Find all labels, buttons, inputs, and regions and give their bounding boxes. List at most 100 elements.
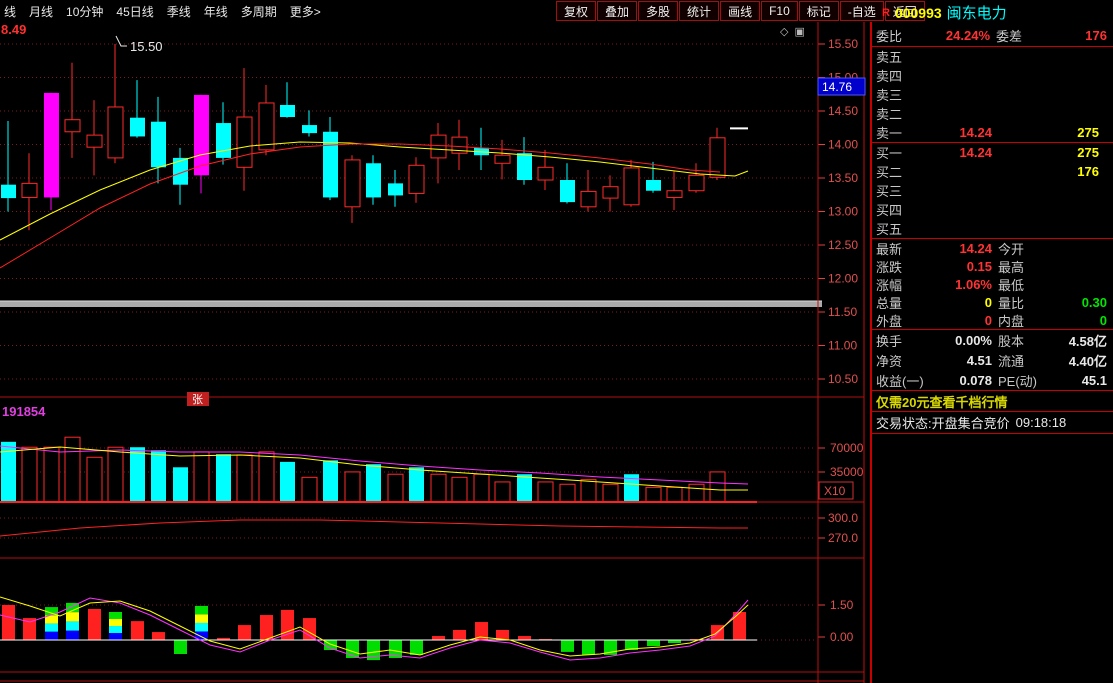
candle-up (65, 120, 80, 132)
toolbar-button-0[interactable]: 复权 (556, 1, 596, 21)
diamond-icon[interactable]: ◇ (780, 25, 788, 38)
price-axis-label: 10.50 (828, 372, 858, 386)
chart-corner-icons: ◇ ▣ (780, 25, 805, 38)
toolbar-button-4[interactable]: 画线 (720, 1, 760, 21)
fund-value: 45.1 (1050, 373, 1107, 388)
volume-bar (323, 460, 338, 502)
ask-row-1: 卖四 (872, 66, 1113, 85)
menu-item-4[interactable]: 季线 (167, 3, 191, 20)
volume-bar (710, 472, 725, 502)
bid-row-3-label: 买四 (876, 200, 918, 219)
bid-row-1: 买二176 (872, 162, 1113, 181)
volume-multiplier: X10 (824, 484, 846, 498)
menu-item-0[interactable]: 线 (4, 3, 16, 20)
volume-bar (366, 464, 381, 502)
candle-down (151, 122, 166, 168)
weicha-value: 176 (1032, 28, 1107, 43)
bid-row-0: 买一14.24275 (872, 143, 1113, 162)
volume-bar (452, 477, 467, 502)
price-axis-label: 14.50 (828, 104, 858, 118)
candle-up (538, 167, 553, 180)
toolbar-button-5[interactable]: F10 (761, 1, 798, 21)
quote-value: 0.30 (1046, 295, 1107, 310)
volume-bar (474, 474, 489, 502)
macd-bar-up (518, 636, 531, 640)
volume-readout: 191854 (2, 404, 46, 419)
volume-bar (216, 454, 231, 502)
price-axis-label: 11.50 (828, 305, 857, 319)
quote-summary: 最新14.24今开涨跌0.15最高涨幅1.06%最低总量0量比0.30外盘0内盘… (872, 239, 1113, 329)
price-axis-label: 13.00 (828, 205, 858, 219)
macd-bar-rainbow (195, 606, 208, 615)
toolbar-button-1[interactable]: 叠加 (597, 1, 637, 21)
toolbar-buttons: 复权叠加多股统计画线F10标记-自选返回 (556, 1, 926, 21)
quote-row-3: 总量0量比0.30 (872, 293, 1113, 311)
stock-info: R 000993 闽东电力 (882, 2, 1007, 23)
fund-label: 换手 (876, 331, 928, 350)
volume-axis-label: 70000 (830, 441, 864, 455)
menu-item-1[interactable]: 月线 (29, 3, 53, 20)
price-axis-label: 11.00 (828, 339, 857, 353)
trading-status: 交易状态:开盘集合竞价 (876, 413, 1010, 432)
candle-down (366, 163, 381, 197)
volume-bar (388, 474, 403, 502)
candle-down (388, 183, 403, 195)
panel-splitter (0, 301, 822, 307)
macd-bar-rainbow (109, 612, 122, 619)
menu-item-3[interactable]: 45日线 (116, 3, 153, 20)
toolbar-button-3[interactable]: 统计 (679, 1, 719, 21)
candle-up (409, 165, 424, 193)
ask-row-0: 卖五 (872, 47, 1113, 66)
price-axis-label: 14.00 (828, 138, 858, 152)
candle-up (667, 191, 682, 198)
macd-bar-down (174, 640, 187, 654)
toolbar-button-6[interactable]: 标记 (799, 1, 839, 21)
quote-value: 1.06% (918, 277, 992, 292)
kline-chart[interactable]: 15.5015.0014.5014.0013.5013.0012.5012.00… (0, 22, 868, 683)
ask-row-4-price: 14.24 (918, 125, 992, 140)
macd-axis-label: 0.00 (830, 630, 854, 644)
bid-row-1-label: 买二 (876, 162, 918, 181)
ask-row-3-label: 卖二 (876, 104, 918, 123)
candle-limit (44, 93, 59, 198)
bid-levels: 买一14.24275买二176买三买四买五 (872, 143, 1113, 238)
menu-item-6[interactable]: 多周期 (241, 3, 277, 20)
candle-down (560, 180, 575, 202)
ask-row-4: 卖一14.24275 (872, 123, 1113, 142)
candle-up (689, 175, 704, 190)
macd-bar-up (131, 621, 144, 640)
level2-promo-link[interactable]: 仅需20元查看千档行情 (872, 391, 1113, 411)
volume-bar (108, 447, 123, 502)
toolbar-button-7[interactable]: -自选 (840, 1, 884, 21)
quote-value: 0.15 (918, 259, 992, 274)
quote-row-0: 最新14.24今开 (872, 239, 1113, 257)
candle-up (22, 183, 37, 197)
volume-bar (151, 450, 166, 502)
price-axis-label: 12.50 (828, 238, 858, 252)
macd-bar-rainbow (66, 631, 79, 640)
toolbar-button-2[interactable]: 多股 (638, 1, 678, 21)
trading-status-row: 交易状态:开盘集合竞价 09:18:18 (872, 412, 1113, 433)
volume-bar (173, 467, 188, 502)
top-toolbar: 线月线 10分钟 45日线季线年线多周期更多> 复权叠加多股统计画线F10标记-自选… (0, 0, 1113, 22)
kline-chart-area[interactable]: 15.5015.0014.5014.0013.5013.0012.5012.00… (0, 22, 868, 683)
candle-up (259, 103, 274, 150)
macd-bar-up (432, 636, 445, 640)
volume-bar (517, 474, 532, 502)
volume-badge: 张 (192, 393, 203, 406)
weicha-label: 委差 (990, 26, 1032, 45)
menu-item-7[interactable]: 更多> (290, 3, 321, 20)
candle-down (1, 185, 16, 198)
volume-bar (44, 447, 59, 502)
ask-row-4-label: 卖一 (876, 123, 918, 142)
menu-item-2[interactable]: 10分钟 (66, 3, 103, 20)
macd-bar-down (410, 640, 423, 655)
panel-icon[interactable]: ▣ (794, 25, 804, 38)
volume-bar (194, 452, 209, 502)
menu-item-5[interactable]: 年线 (204, 3, 228, 20)
quote-value: 0 (918, 313, 992, 328)
volume-bar (259, 452, 274, 502)
fund-value: 4.51 (928, 353, 992, 368)
volume-bar (431, 474, 446, 502)
volume-bar (603, 484, 618, 502)
